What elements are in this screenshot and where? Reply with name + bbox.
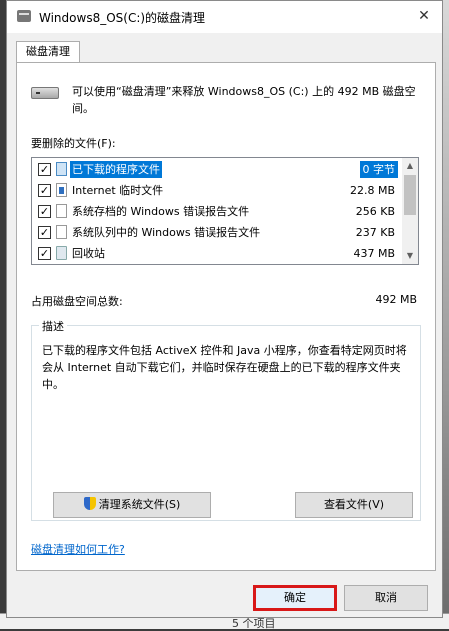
list-item[interactable]: ✓ 系统队列中的 Windows 错误报告文件 237 KB: [32, 222, 404, 243]
file-size: 22.8 MB: [349, 184, 395, 197]
tab-panel: 可以使用“磁盘清理”来释放 Windows8_OS (C:) 上的 492 MB…: [16, 62, 436, 571]
total-space-value: 492 MB: [375, 293, 417, 306]
folder-doc-icon: [56, 162, 67, 176]
document-icon: [56, 204, 67, 218]
uac-shield-icon: [83, 497, 96, 510]
cancel-button[interactable]: 取消: [344, 585, 428, 611]
how-disk-cleanup-works-link[interactable]: 磁盘清理如何工作?: [31, 541, 125, 557]
window-title: Windows8_OS(C:)的磁盘清理: [39, 11, 206, 25]
file-name: 已下载的程序文件: [70, 161, 162, 178]
description-text: 已下载的程序文件包括 ActiveX 控件和 Java 小程序，你查看特定网页时…: [42, 344, 407, 391]
checkbox[interactable]: ✓: [38, 184, 51, 197]
checkbox[interactable]: ✓: [38, 163, 51, 176]
file-size: 0 字节: [359, 161, 398, 178]
view-files-button[interactable]: 查看文件(V): [295, 492, 413, 518]
disk-cleanup-dialog: Windows8_OS(C:)的磁盘清理 ✕ 磁盘清理 可以使用“磁盘清理”来释…: [6, 0, 443, 618]
list-scrollbar[interactable]: ▲ ▼: [402, 158, 418, 264]
total-space-label: 占用磁盘空间总数:: [31, 295, 123, 308]
description-title: 描述: [39, 318, 67, 334]
list-item[interactable]: ✓ 已下载的程序文件 0 字节: [32, 159, 404, 180]
file-name: 系统存档的 Windows 错误报告文件: [72, 205, 250, 218]
disk-cleanup-app-icon: [17, 10, 31, 22]
title-bar: Windows8_OS(C:)的磁盘清理 ✕: [7, 1, 442, 33]
scroll-down-arrow-icon[interactable]: ▼: [402, 248, 418, 264]
files-to-delete-label: 要删除的文件(F):: [31, 137, 116, 150]
checkbox[interactable]: ✓: [38, 247, 51, 260]
checkbox[interactable]: ✓: [38, 205, 51, 218]
close-button[interactable]: ✕: [406, 1, 442, 31]
file-size: 237 KB: [355, 226, 395, 239]
clean-system-files-label: 清理系统文件(S): [98, 498, 181, 511]
recycle-bin-icon: [56, 246, 67, 260]
ie-icon: [56, 183, 67, 197]
list-item[interactable]: ✓ 回收站 437 MB: [32, 243, 404, 264]
files-to-delete-list[interactable]: ✓ 已下载的程序文件 0 字节 ✓ Internet 临时文件 22.8 MB …: [31, 157, 419, 265]
file-size: 256 KB: [355, 205, 395, 218]
hard-drive-icon: [31, 87, 59, 99]
clean-system-files-button[interactable]: 清理系统文件(S): [53, 492, 211, 518]
file-name: 系统队列中的 Windows 错误报告文件: [72, 226, 261, 239]
file-name: 回收站: [72, 247, 105, 260]
ok-button[interactable]: 确定: [253, 585, 337, 611]
intro-text: 可以使用“磁盘清理”来释放 Windows8_OS (C:) 上的 492 MB…: [72, 85, 416, 115]
file-name: Internet 临时文件: [72, 184, 164, 197]
document-icon: [56, 225, 67, 239]
scrollbar-thumb[interactable]: [404, 175, 416, 215]
list-item[interactable]: ✓ Internet 临时文件 22.8 MB: [32, 180, 404, 201]
tab-disk-cleanup[interactable]: 磁盘清理: [16, 41, 80, 63]
checkbox[interactable]: ✓: [38, 226, 51, 239]
scroll-up-arrow-icon[interactable]: ▲: [402, 158, 418, 174]
file-size: 437 MB: [353, 247, 395, 260]
list-item[interactable]: ✓ 系统存档的 Windows 错误报告文件 256 KB: [32, 201, 404, 222]
